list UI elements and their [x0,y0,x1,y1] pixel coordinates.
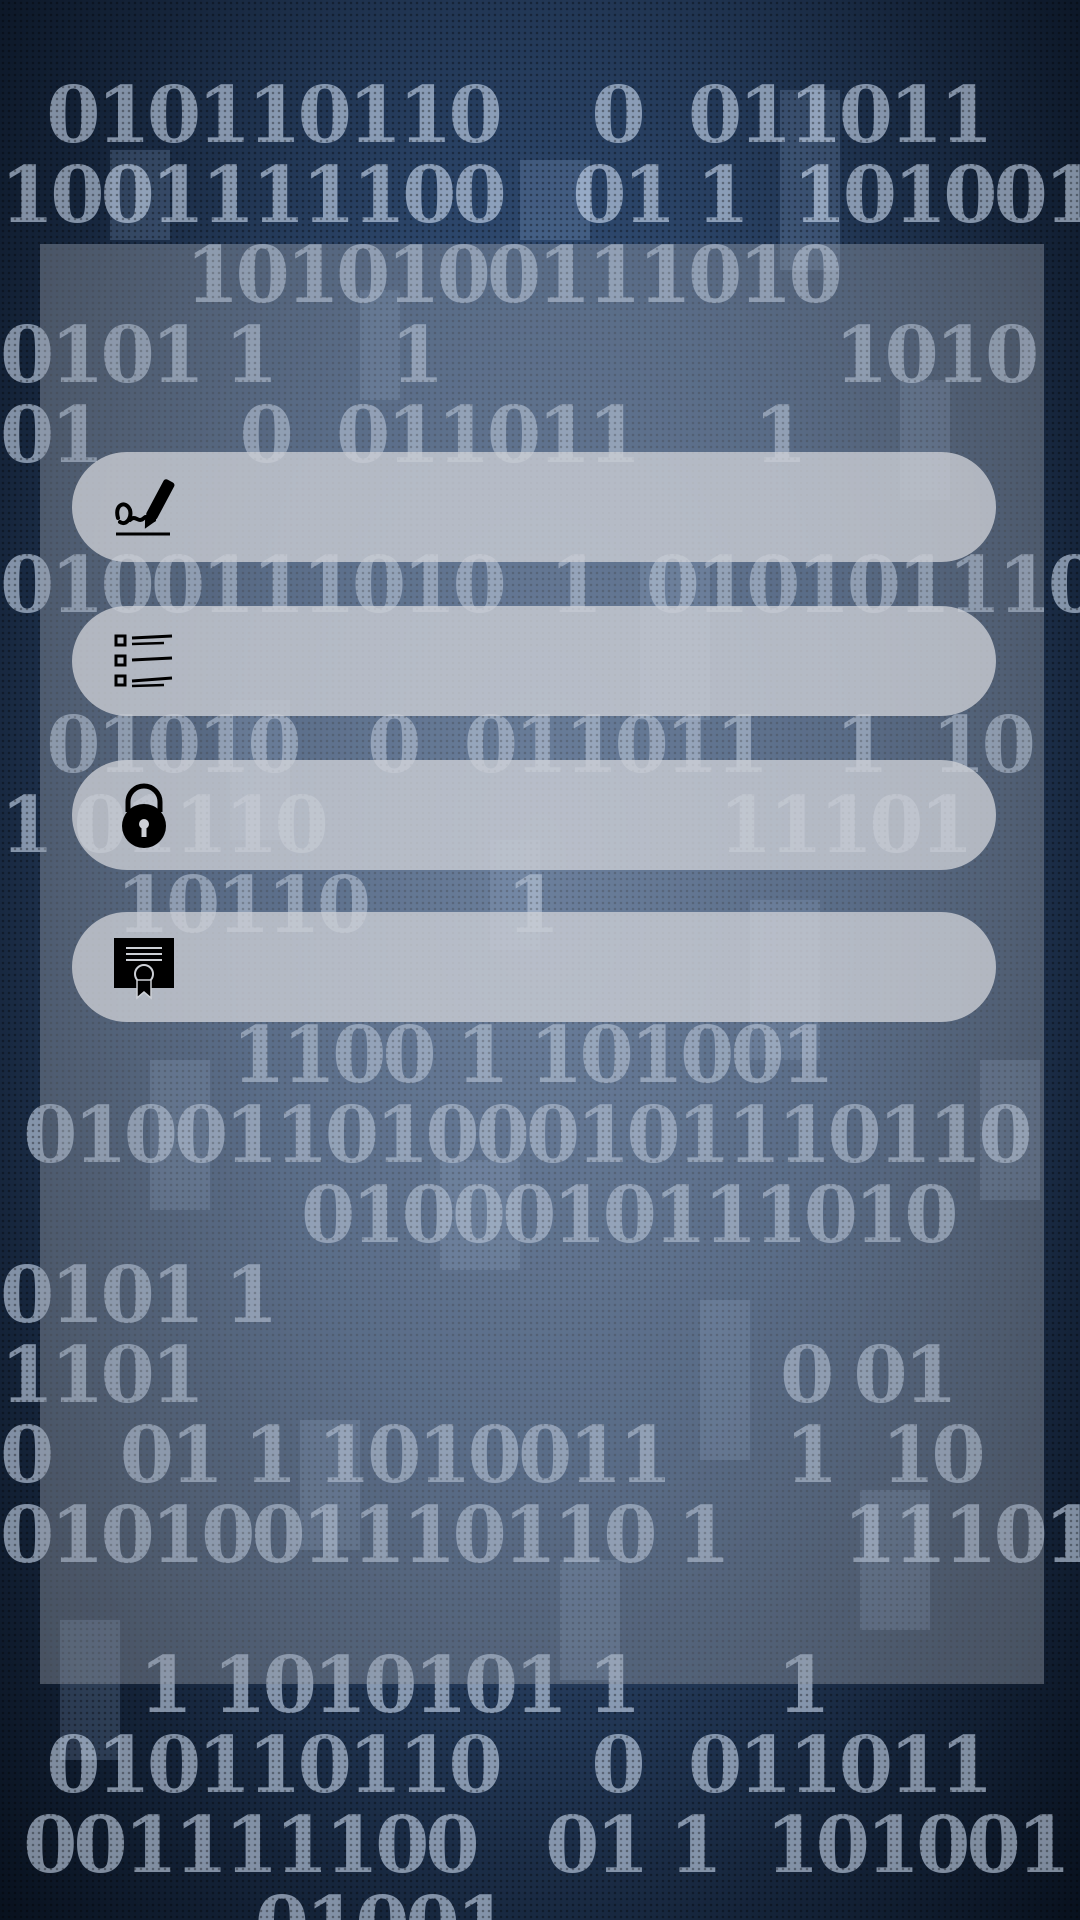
certificate-icon [112,934,176,1000]
menu-item-lock[interactable] [72,760,996,870]
list-icon [112,628,176,694]
menu-item-signature[interactable] [72,452,996,562]
padlock-icon [112,782,176,848]
menu-item-list[interactable] [72,606,996,716]
menu-item-certificate[interactable] [72,912,996,1022]
signature-pen-icon [112,474,176,540]
